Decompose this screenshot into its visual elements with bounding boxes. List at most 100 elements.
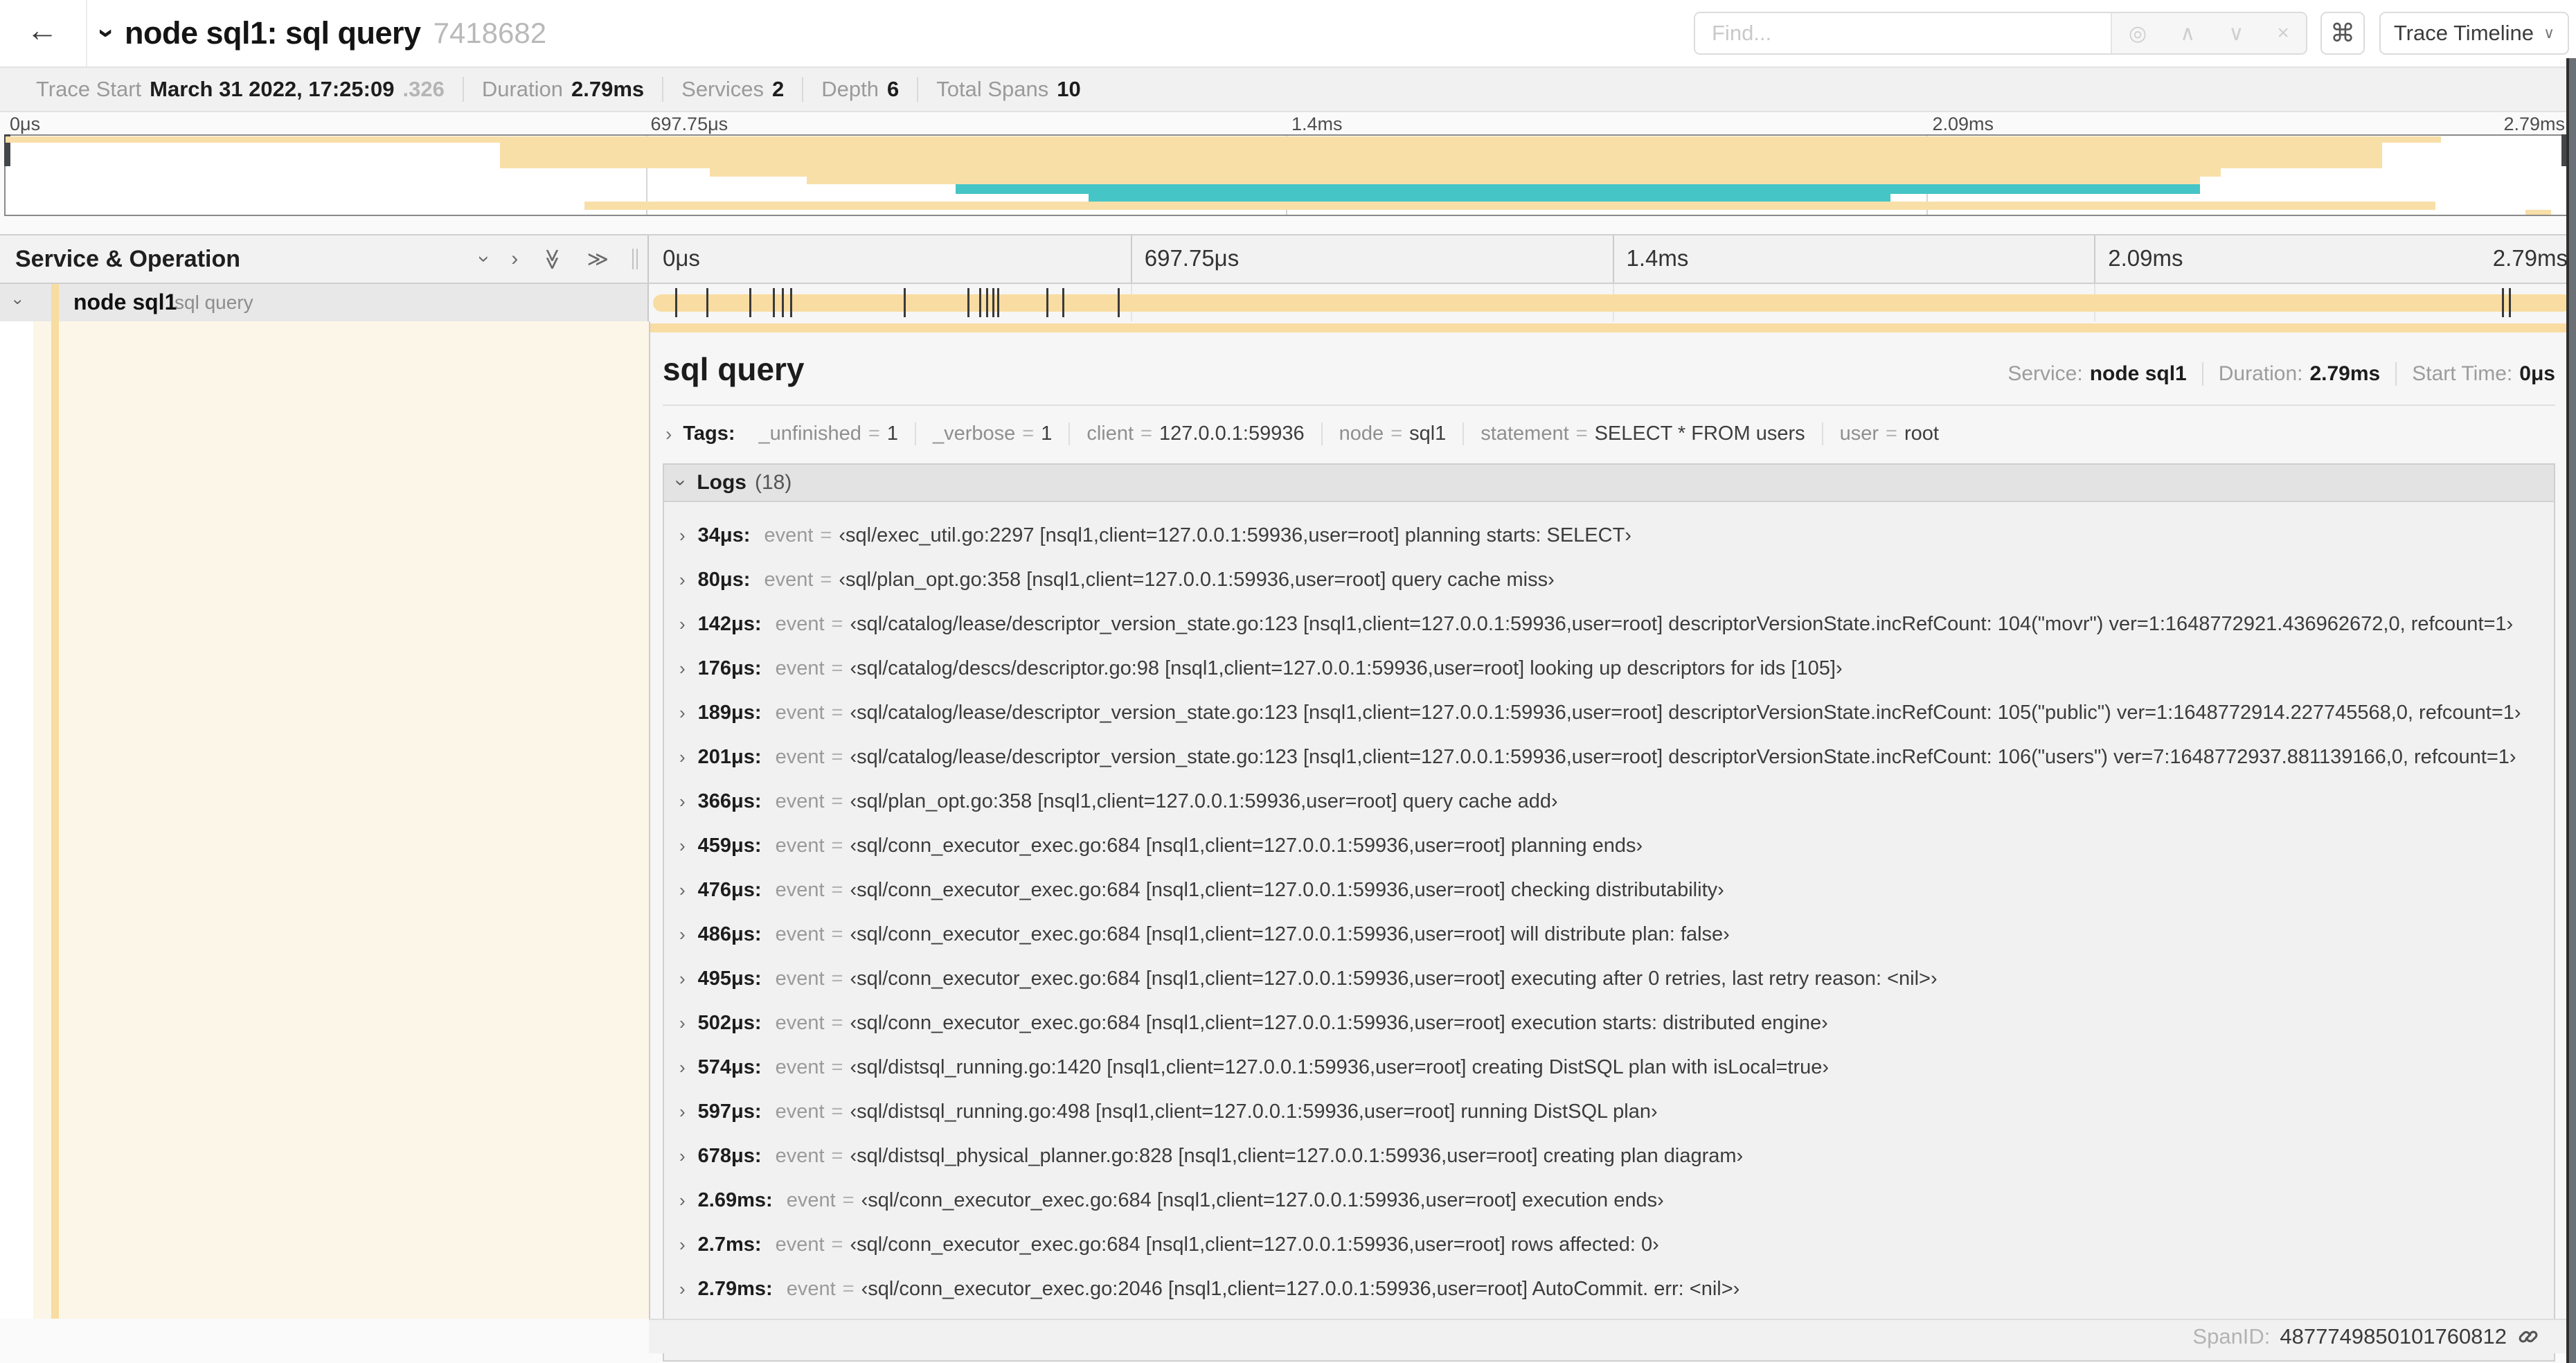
detail-divider [663,404,2555,406]
log-row[interactable]: › 2.7ms: event = ‹sql/conn_executor_exec.go:… [664,1222,2554,1267]
tags-accordion[interactable]: › Tags: _unfinished = 1 _verbose = 1 client = 12… [663,422,2555,445]
stat-suffix: .326 [402,77,445,101]
log-row[interactable]: › 201μs: event = ‹sql/catalog/lease/descript… [664,735,2554,779]
clear-search-icon[interactable]: × [2277,21,2289,45]
tag-equals: = [1022,422,1035,445]
time-tick-label: 1.4ms [1291,114,1343,134]
minimap-span-bar [807,177,2201,184]
logs-header[interactable]: › Logs (18) [664,465,2554,502]
chevron-right-icon[interactable]: › [679,1234,686,1256]
chevron-right-icon[interactable]: › [679,1190,686,1211]
meta-label: Duration: [2218,362,2303,385]
find-box: ◎ ∧ ∨ × [1694,12,2307,55]
log-row[interactable]: › 366μs: event = ‹sql/plan_opt.go:358 [nsql1… [664,779,2554,823]
logs-list: › 34μs: event = ‹sql/exec_util.go:2297 [nsql… [664,502,2554,1315]
chevron-right-icon[interactable]: › [679,1013,686,1034]
chevron-right-icon[interactable]: › [679,1057,686,1078]
tag-key: client [1086,422,1134,445]
log-row[interactable]: › 2.79ms: event = ‹sql/conn_executor_exec.go… [664,1267,2554,1311]
detail-span-bar [650,323,2576,332]
caret-down-icon: ∨ [2543,24,2555,42]
view-selector-button[interactable]: Trace Timeline ∨ [2379,12,2569,55]
log-row[interactable]: › 459μs: event = ‹sql/conn_executor_exec.go:… [664,823,2554,868]
time-tick-label: 0μs [663,245,700,271]
chevron-right-icon[interactable]: › [679,880,686,901]
log-row[interactable]: › 495μs: event = ‹sql/conn_executor_exec.go:… [664,956,2554,1001]
log-row[interactable]: › 597μs: event = ‹sql/distsql_running.go:498… [664,1089,2554,1134]
log-timestamp: 189μs: [697,701,762,724]
log-equals: = [831,834,843,857]
chevron-right-icon[interactable]: › [679,1279,686,1300]
log-row[interactable]: › 142μs: event = ‹sql/catalog/lease/descript… [664,602,2554,646]
span-operation-name: sql query [175,292,253,313]
tag-key: _verbose [932,422,1016,445]
prev-match-icon[interactable]: ∧ [2180,21,2195,46]
meta-value: 0μs [2519,362,2555,385]
row-collapse-icon[interactable]: › [8,299,28,305]
chevron-right-icon[interactable]: › [679,747,686,768]
log-row[interactable]: › 2.69ms: event = ‹sql/conn_executor_exec.go… [664,1178,2554,1222]
logs-count: (18) [755,471,792,494]
log-row[interactable]: › 189μs: event = ‹sql/catalog/lease/descript… [664,691,2554,735]
chevron-right-icon[interactable]: › [679,1101,686,1123]
chevron-right-icon[interactable]: › [679,658,686,679]
chevron-right-icon[interactable]: › [679,569,686,591]
span-row-name-cell[interactable]: › node sql1 sql query [0,284,649,321]
expand-all-icon[interactable]: ≫ [587,247,609,271]
view-selector-label: Trace Timeline [2393,21,2534,45]
log-row[interactable]: › 574μs: event = ‹sql/distsql_running.go:142… [664,1045,2554,1089]
log-event-value: ‹sql/conn_executor_exec.go:684 [nsql1,cl… [850,967,1938,990]
log-event-key: event [775,1233,825,1256]
log-timestamp: 597μs: [697,1100,762,1123]
collapse-one-icon[interactable]: › [472,256,496,262]
chevron-right-icon[interactable]: › [679,924,686,945]
log-row[interactable]: › 502μs: event = ‹sql/conn_executor_exec.go:… [664,1001,2554,1045]
chevron-right-icon[interactable]: › [679,702,686,724]
chevron-right-icon[interactable]: › [679,968,686,990]
log-event-key: event [775,1011,825,1034]
log-tick-mark [2501,288,2504,317]
chevron-right-icon[interactable]: › [679,835,686,857]
log-equals: = [820,568,832,591]
log-tick-mark [772,288,775,317]
back-icon[interactable]: ← [26,11,58,48]
chevron-down-icon[interactable]: › [91,28,124,38]
deep-link-icon[interactable] [2516,1325,2540,1348]
find-input[interactable] [1695,13,2111,53]
log-timestamp: 201μs: [697,745,762,768]
log-row[interactable]: › 476μs: event = ‹sql/conn_executor_exec.go:… [664,868,2554,912]
log-row[interactable]: › 176μs: event = ‹sql/catalog/descs/descript… [664,646,2554,691]
column-resizer-handle[interactable] [632,249,638,269]
log-event-value: ‹sql/exec_util.go:2297 [nsql1,client=127… [839,524,1631,546]
span-bar[interactable] [653,288,2573,317]
log-tick-mark [992,288,994,317]
log-event-key: event [775,834,825,857]
expand-one-icon[interactable]: › [511,247,518,271]
chevron-right-icon[interactable]: › [679,614,686,635]
stat-label: Services [681,77,764,101]
trace-stat-item: Trace Start March 31 2022, 17:25:09 .326 [18,77,463,102]
chevron-right-icon[interactable]: › [679,525,686,546]
log-equals: = [831,1144,843,1167]
minimap-canvas[interactable] [4,134,2568,216]
stat-label: Depth [821,77,879,101]
minimap-span-bar [955,184,2201,194]
log-event-key: event [775,1144,825,1167]
log-row[interactable]: › 678μs: event = ‹sql/distsql_physical_plann… [664,1134,2554,1178]
keyboard-shortcuts-button[interactable]: ⌘ [2320,12,2365,55]
span-row[interactable]: › node sql1 sql query [0,284,2576,321]
log-row[interactable]: › 486μs: event = ‹sql/conn_executor_exec.go:… [664,912,2554,956]
locate-icon[interactable]: ◎ [2129,21,2147,46]
collapse-all-icon[interactable]: ≫ [540,248,564,269]
tag-item: user = root [1821,422,1956,445]
tag-value: 127.0.0.1:59936 [1159,422,1305,445]
minimap-span-bar [499,143,2382,168]
log-event-value: ‹sql/conn_executor_exec.go:684 [nsql1,cl… [850,878,1724,901]
log-row[interactable]: › 80μs: event = ‹sql/plan_opt.go:358 [nsql1,… [664,558,2554,602]
log-row[interactable]: › 34μs: event = ‹sql/exec_util.go:2297 [nsql… [664,513,2554,558]
chevron-right-icon[interactable]: › [679,1146,686,1167]
chevron-right-icon[interactable]: › [679,791,686,812]
next-match-icon[interactable]: ∨ [2228,21,2244,46]
log-event-key: event [775,1100,825,1123]
log-timestamp: 459μs: [697,834,762,857]
